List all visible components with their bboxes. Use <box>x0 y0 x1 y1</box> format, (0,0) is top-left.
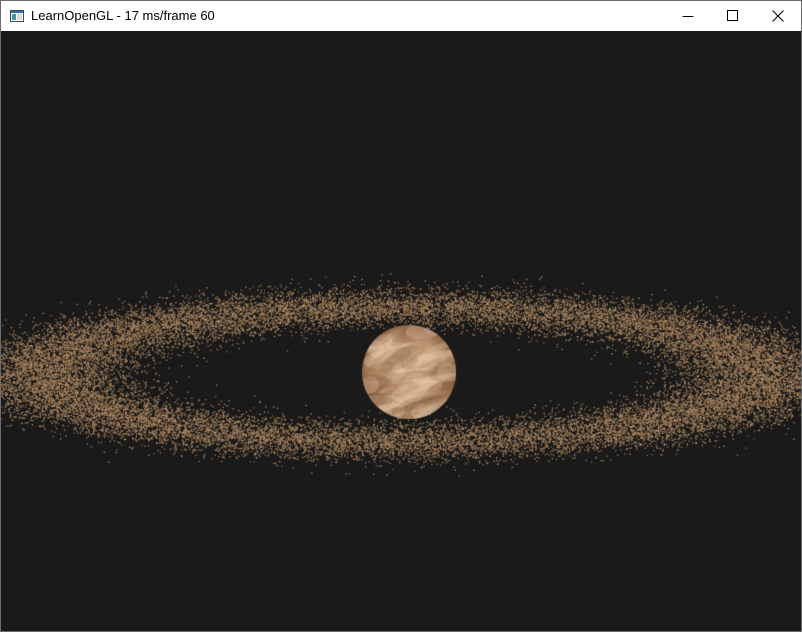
close-icon <box>772 10 784 22</box>
app-window: LearnOpenGL - 17 ms/frame 60 <box>0 0 802 632</box>
close-button[interactable] <box>755 1 801 31</box>
app-window-icon <box>10 9 24 23</box>
minimize-icon <box>682 16 694 17</box>
window-title: LearnOpenGL - 17 ms/frame 60 <box>31 8 215 23</box>
title-bar[interactable]: LearnOpenGL - 17 ms/frame 60 <box>1 1 801 31</box>
maximize-button[interactable] <box>710 1 756 31</box>
minimize-button[interactable] <box>665 1 711 31</box>
maximize-icon <box>727 10 738 21</box>
scene-canvas <box>1 31 801 631</box>
opengl-viewport[interactable] <box>1 31 801 631</box>
